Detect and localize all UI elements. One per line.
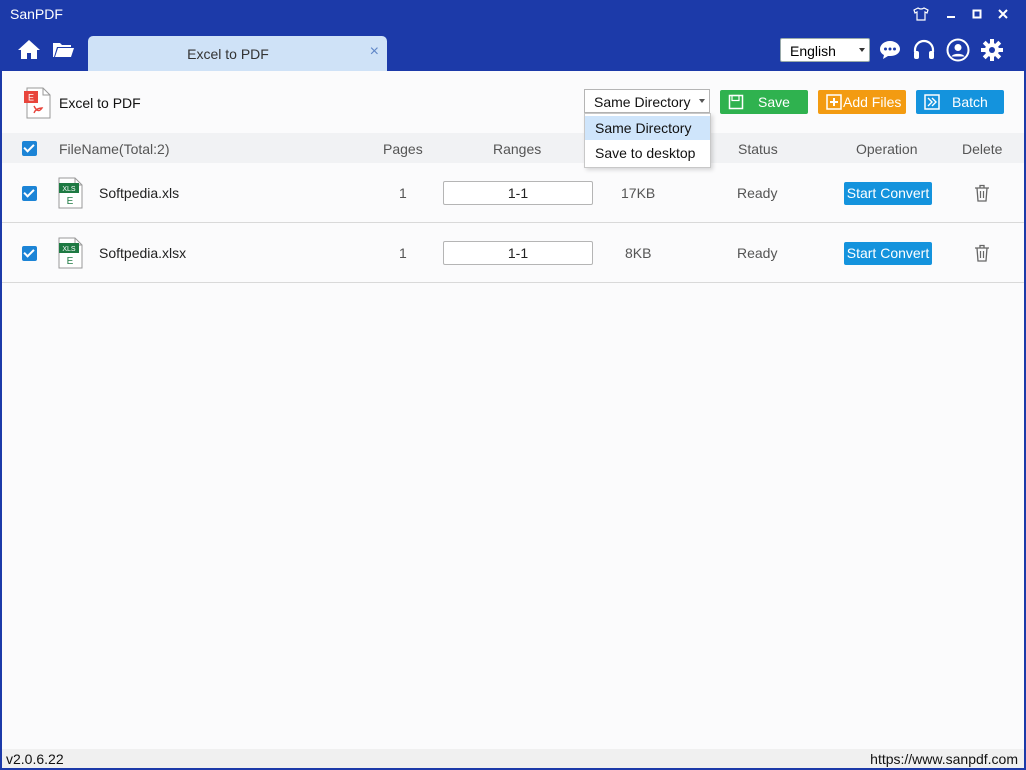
chat-icon[interactable]	[878, 38, 902, 62]
trash-icon[interactable]	[974, 244, 990, 262]
excel-file-icon: XLS E	[57, 237, 83, 269]
dropdown-option-save-to-desktop[interactable]: Save to desktop	[585, 141, 710, 165]
title-bar: SanPDF	[0, 0, 1026, 28]
svg-text:E: E	[67, 196, 74, 207]
header-ranges: Ranges	[493, 141, 542, 157]
table-row: XLS E Softpedia.xlsx 1 1-1 8KB Ready Sta…	[2, 223, 1024, 283]
save-icon	[728, 94, 744, 110]
tab-label: Excel to PDF	[187, 46, 269, 62]
save-button[interactable]: Save	[720, 90, 808, 114]
file-size: 17KB	[621, 185, 656, 201]
app-title: SanPDF	[10, 6, 63, 22]
language-value: English	[790, 43, 836, 59]
batch-button[interactable]: Batch	[916, 90, 1004, 114]
folder-icon[interactable]	[51, 38, 75, 62]
table-row: XLS E Softpedia.xls 1 1-1 17KB Ready Sta…	[2, 163, 1024, 223]
row-checkbox[interactable]	[22, 186, 37, 201]
range-input[interactable]: 1-1	[443, 241, 593, 265]
file-status: Ready	[737, 185, 778, 201]
header-pages: Pages	[383, 141, 423, 157]
close-window-icon[interactable]	[994, 5, 1012, 23]
select-all-checkbox[interactable]	[22, 141, 37, 156]
output-directory-value: Same Directory	[594, 94, 691, 110]
file-pages: 1	[399, 185, 407, 201]
start-convert-button[interactable]: Start Convert	[844, 242, 932, 265]
file-name: Softpedia.xls	[99, 185, 180, 201]
directory-dropdown-menu: Same Directory Save to desktop	[584, 113, 711, 168]
status-bar: v2.0.6.22 https://www.sanpdf.com	[2, 749, 1024, 768]
skin-icon[interactable]	[912, 5, 930, 23]
header-filename: FileName(Total:2)	[59, 141, 170, 157]
add-files-button[interactable]: Add Files	[818, 90, 906, 114]
chevron-down-icon	[699, 99, 705, 103]
file-name: Softpedia.xlsx	[99, 245, 187, 261]
start-convert-button[interactable]: Start Convert	[844, 182, 932, 205]
home-icon[interactable]	[17, 38, 41, 62]
batch-label: Batch	[952, 94, 988, 110]
version-label: v2.0.6.22	[6, 751, 64, 767]
svg-text:XLS: XLS	[62, 186, 76, 193]
row-checkbox[interactable]	[22, 246, 37, 261]
table-header: FileName(Total:2) Pages Ranges Status Op…	[2, 133, 1024, 163]
page-title: Excel to PDF	[59, 95, 141, 111]
user-account-icon[interactable]	[946, 38, 970, 62]
file-pages: 1	[399, 245, 407, 261]
excel-file-icon: XLS E	[57, 177, 83, 209]
svg-text:E: E	[67, 256, 74, 267]
tab-excel-to-pdf[interactable]: Excel to PDF ×	[88, 36, 387, 71]
svg-text:XLS: XLS	[62, 246, 76, 253]
add-files-label: Add Files	[843, 94, 902, 110]
header-delete: Delete	[962, 141, 1003, 157]
range-input[interactable]: 1-1	[443, 181, 593, 205]
plus-icon	[826, 94, 842, 110]
pdf-file-icon: E	[23, 87, 53, 119]
main-content: E Excel to PDF Same Directory Save Add F…	[2, 71, 1024, 749]
website-link[interactable]: https://www.sanpdf.com	[870, 751, 1018, 767]
file-status: Ready	[737, 245, 778, 261]
maximize-icon[interactable]	[968, 5, 986, 23]
batch-icon	[924, 94, 940, 110]
dropdown-option-same-directory[interactable]: Same Directory	[585, 116, 710, 140]
svg-text:E: E	[28, 93, 34, 103]
output-directory-select[interactable]: Same Directory	[584, 89, 710, 113]
header-status: Status	[738, 141, 778, 157]
header-operation: Operation	[856, 141, 918, 157]
chevron-down-icon	[859, 48, 865, 52]
minimize-icon[interactable]	[942, 5, 960, 23]
settings-gear-icon[interactable]	[980, 38, 1004, 62]
headset-icon[interactable]	[912, 38, 936, 62]
tab-close-icon[interactable]: ×	[370, 43, 379, 61]
tab-bar: Excel to PDF × English	[0, 28, 1026, 71]
trash-icon[interactable]	[974, 184, 990, 202]
file-size: 8KB	[625, 245, 652, 261]
save-label: Save	[758, 94, 790, 110]
language-select[interactable]: English	[780, 38, 870, 62]
